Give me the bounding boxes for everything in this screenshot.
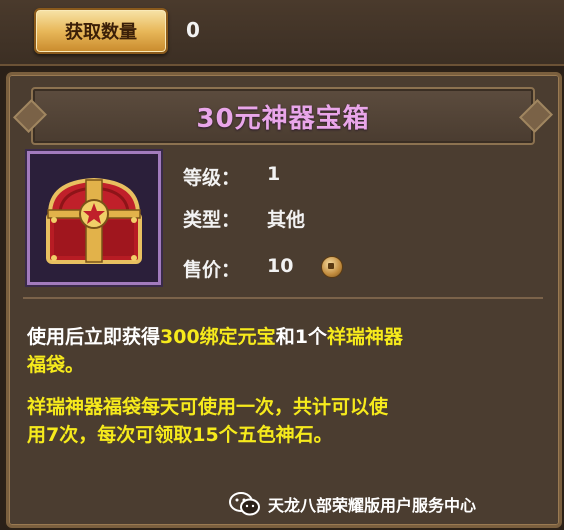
acquire-count-value: 0 xyxy=(186,18,200,42)
item-title: 30元神器宝箱 xyxy=(196,103,370,134)
wechat-icon xyxy=(229,492,260,516)
item-icon-frame[interactable] xyxy=(27,151,161,285)
usage-line-2: 用7次，每次可领取15个五色神石。 xyxy=(27,424,333,446)
acquire-count-label: 获取数量 xyxy=(65,22,137,43)
watermark: 天龙八部荣耀版用户服务中心 xyxy=(228,490,476,518)
treasure-chest-icon xyxy=(46,177,142,264)
level-value: 1 xyxy=(267,163,281,185)
price-value: 10 xyxy=(267,255,294,277)
item-usage-description: 祥瑞神器福袋每天可使用一次，共计可以使 用7次，每次可领取15个五色神石。 xyxy=(27,393,547,449)
usage-line-1: 祥瑞神器福袋每天可使用一次，共计可以使 xyxy=(27,396,389,418)
acquire-count-button[interactable]: 获取数量 xyxy=(34,8,168,54)
coin-icon xyxy=(321,256,343,278)
item-title-bar: 30元神器宝箱 xyxy=(31,87,535,145)
watermark-text: 天龙八部荣耀版用户服务中心 xyxy=(268,496,477,515)
acquire-bar: 获取数量 0 xyxy=(0,0,564,66)
type-value: 其他 xyxy=(267,209,306,231)
desc-text-2: 和1个 xyxy=(275,326,327,348)
divider xyxy=(23,297,543,299)
level-label: 等级： xyxy=(183,167,241,189)
item-tooltip-panel: 30元神器宝箱 等级： 1 类型： 其他 售价： 10 使用后立即获得300绑定… xyxy=(6,72,562,528)
desc-highlight-bag-2: 福袋。 xyxy=(27,354,85,376)
type-label: 类型： xyxy=(183,209,241,231)
desc-highlight-bag: 祥瑞神器 xyxy=(326,326,403,348)
item-description: 使用后立即获得300绑定元宝和1个祥瑞神器 福袋。 xyxy=(27,323,547,379)
price-label: 售价： xyxy=(183,259,241,281)
desc-highlight-ingot: 300绑定元宝 xyxy=(160,326,276,348)
desc-text: 使用后立即获得 xyxy=(27,326,161,348)
